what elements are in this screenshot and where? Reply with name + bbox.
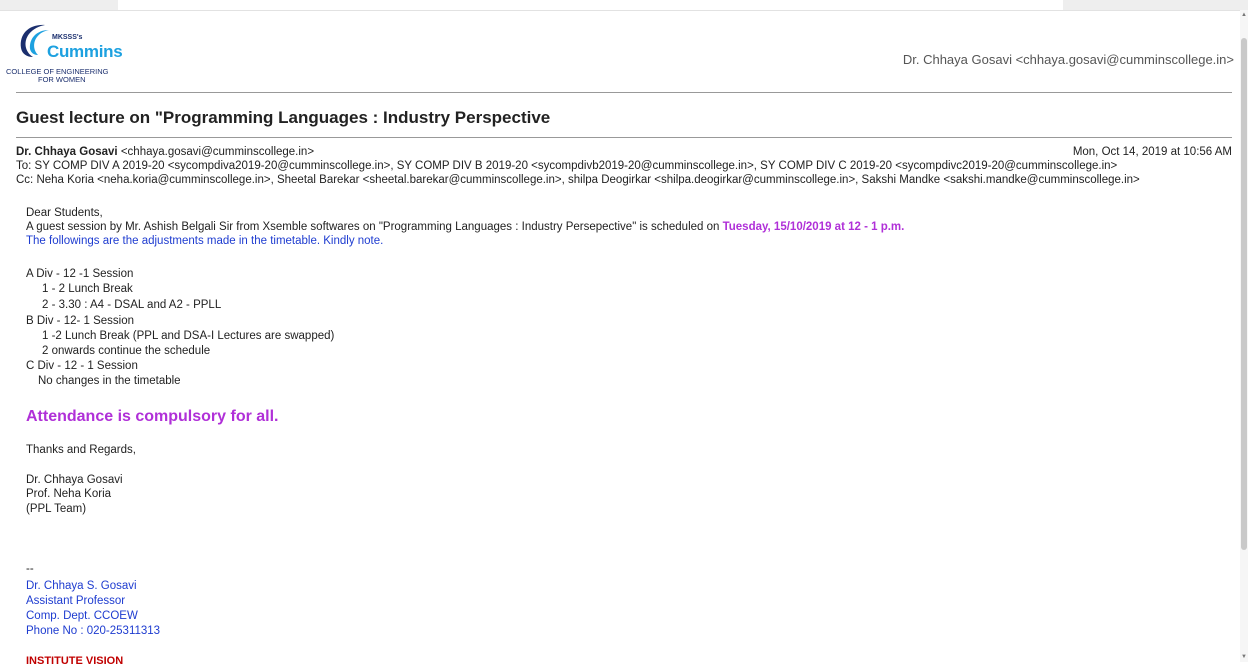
schedule-line: 1 - 2 Lunch Break [42, 283, 133, 295]
scroll-down-icon[interactable]: ▼ [1241, 654, 1247, 660]
logo-name: Cummins [47, 42, 123, 61]
divider [16, 137, 1232, 138]
signature-line: Phone No : 020-25311313 [26, 625, 161, 637]
greeting: Dear Students, [26, 207, 103, 219]
schedule-line: C Div - 12 - 1 Session [26, 360, 138, 372]
signoff-line: Dr. Chhaya Gosavi [26, 474, 123, 486]
scroll-up-icon[interactable]: ▲ [1241, 12, 1247, 18]
to-line: To: SY COMP DIV A 2019-20 <sycompdiva201… [16, 160, 1118, 172]
email-date: Mon, Oct 14, 2019 at 10:56 AM [1072, 146, 1232, 158]
schedule-line: 1 -2 Lunch Break (PPL and DSA-I Lectures… [42, 330, 335, 342]
vertical-scrollbar[interactable]: ▲ ▼ [1240, 10, 1248, 662]
signoff-line: Prof. Neha Koria [26, 488, 112, 500]
from-line: Dr. Chhaya Gosavi <chhaya.gosavi@cummins… [16, 146, 314, 158]
schedule-line: No changes in the timetable [38, 375, 181, 387]
college-logo: MKSSS's Cummins COLLEGE OF ENGINEERING F… [6, 20, 146, 92]
header-sender: Dr. Chhaya Gosavi <chhaya.gosavi@cummins… [902, 52, 1234, 67]
thanks-line: Thanks and Regards, [26, 444, 136, 456]
logo-prefix: MKSSS's [52, 34, 83, 41]
schedule-line: A Div - 12 -1 Session [26, 268, 134, 280]
signoff-line: (PPL Team) [26, 503, 87, 515]
logo-line2: FOR WOMEN [38, 75, 86, 84]
top-chrome-strip [0, 0, 1248, 11]
divider [16, 92, 1232, 93]
from-name: Dr. Chhaya Gosavi [16, 146, 118, 158]
session-datetime: Tuesday, 15/10/2019 at 12 - 1 p.m. [722, 221, 905, 233]
schedule-line: B Div - 12- 1 Session [26, 315, 135, 327]
intro-paragraph: A guest session by Mr. Ashish Belgali Si… [26, 221, 904, 233]
signature-dashes: -- [26, 563, 34, 575]
signature-line: Dr. Chhaya S. Gosavi [26, 580, 137, 592]
institute-vision-heading: INSTITUTE VISION [26, 655, 124, 667]
adjustments-note: The followings are the adjustments made … [26, 235, 384, 247]
signature-line: Assistant Professor [26, 595, 126, 607]
email-subject: Guest lecture on "Programming Languages … [16, 108, 551, 127]
signature-line: Comp. Dept. CCOEW [26, 610, 138, 622]
schedule-line: 2 - 3.30 : A4 - DSAL and A2 - PPLL [42, 299, 222, 311]
attendance-note: Attendance is compulsory for all. [26, 408, 279, 425]
intro-text: A guest session by Mr. Ashish Belgali Si… [26, 221, 723, 233]
schedule-line: 2 onwards continue the schedule [42, 345, 211, 357]
from-email[interactable]: <chhaya.gosavi@cumminscollege.in> [121, 146, 314, 158]
cc-line: Cc: Neha Koria <neha.koria@cumminscolleg… [16, 174, 1140, 186]
tab-area [118, 0, 1063, 10]
scrollbar-thumb[interactable] [1241, 38, 1247, 550]
